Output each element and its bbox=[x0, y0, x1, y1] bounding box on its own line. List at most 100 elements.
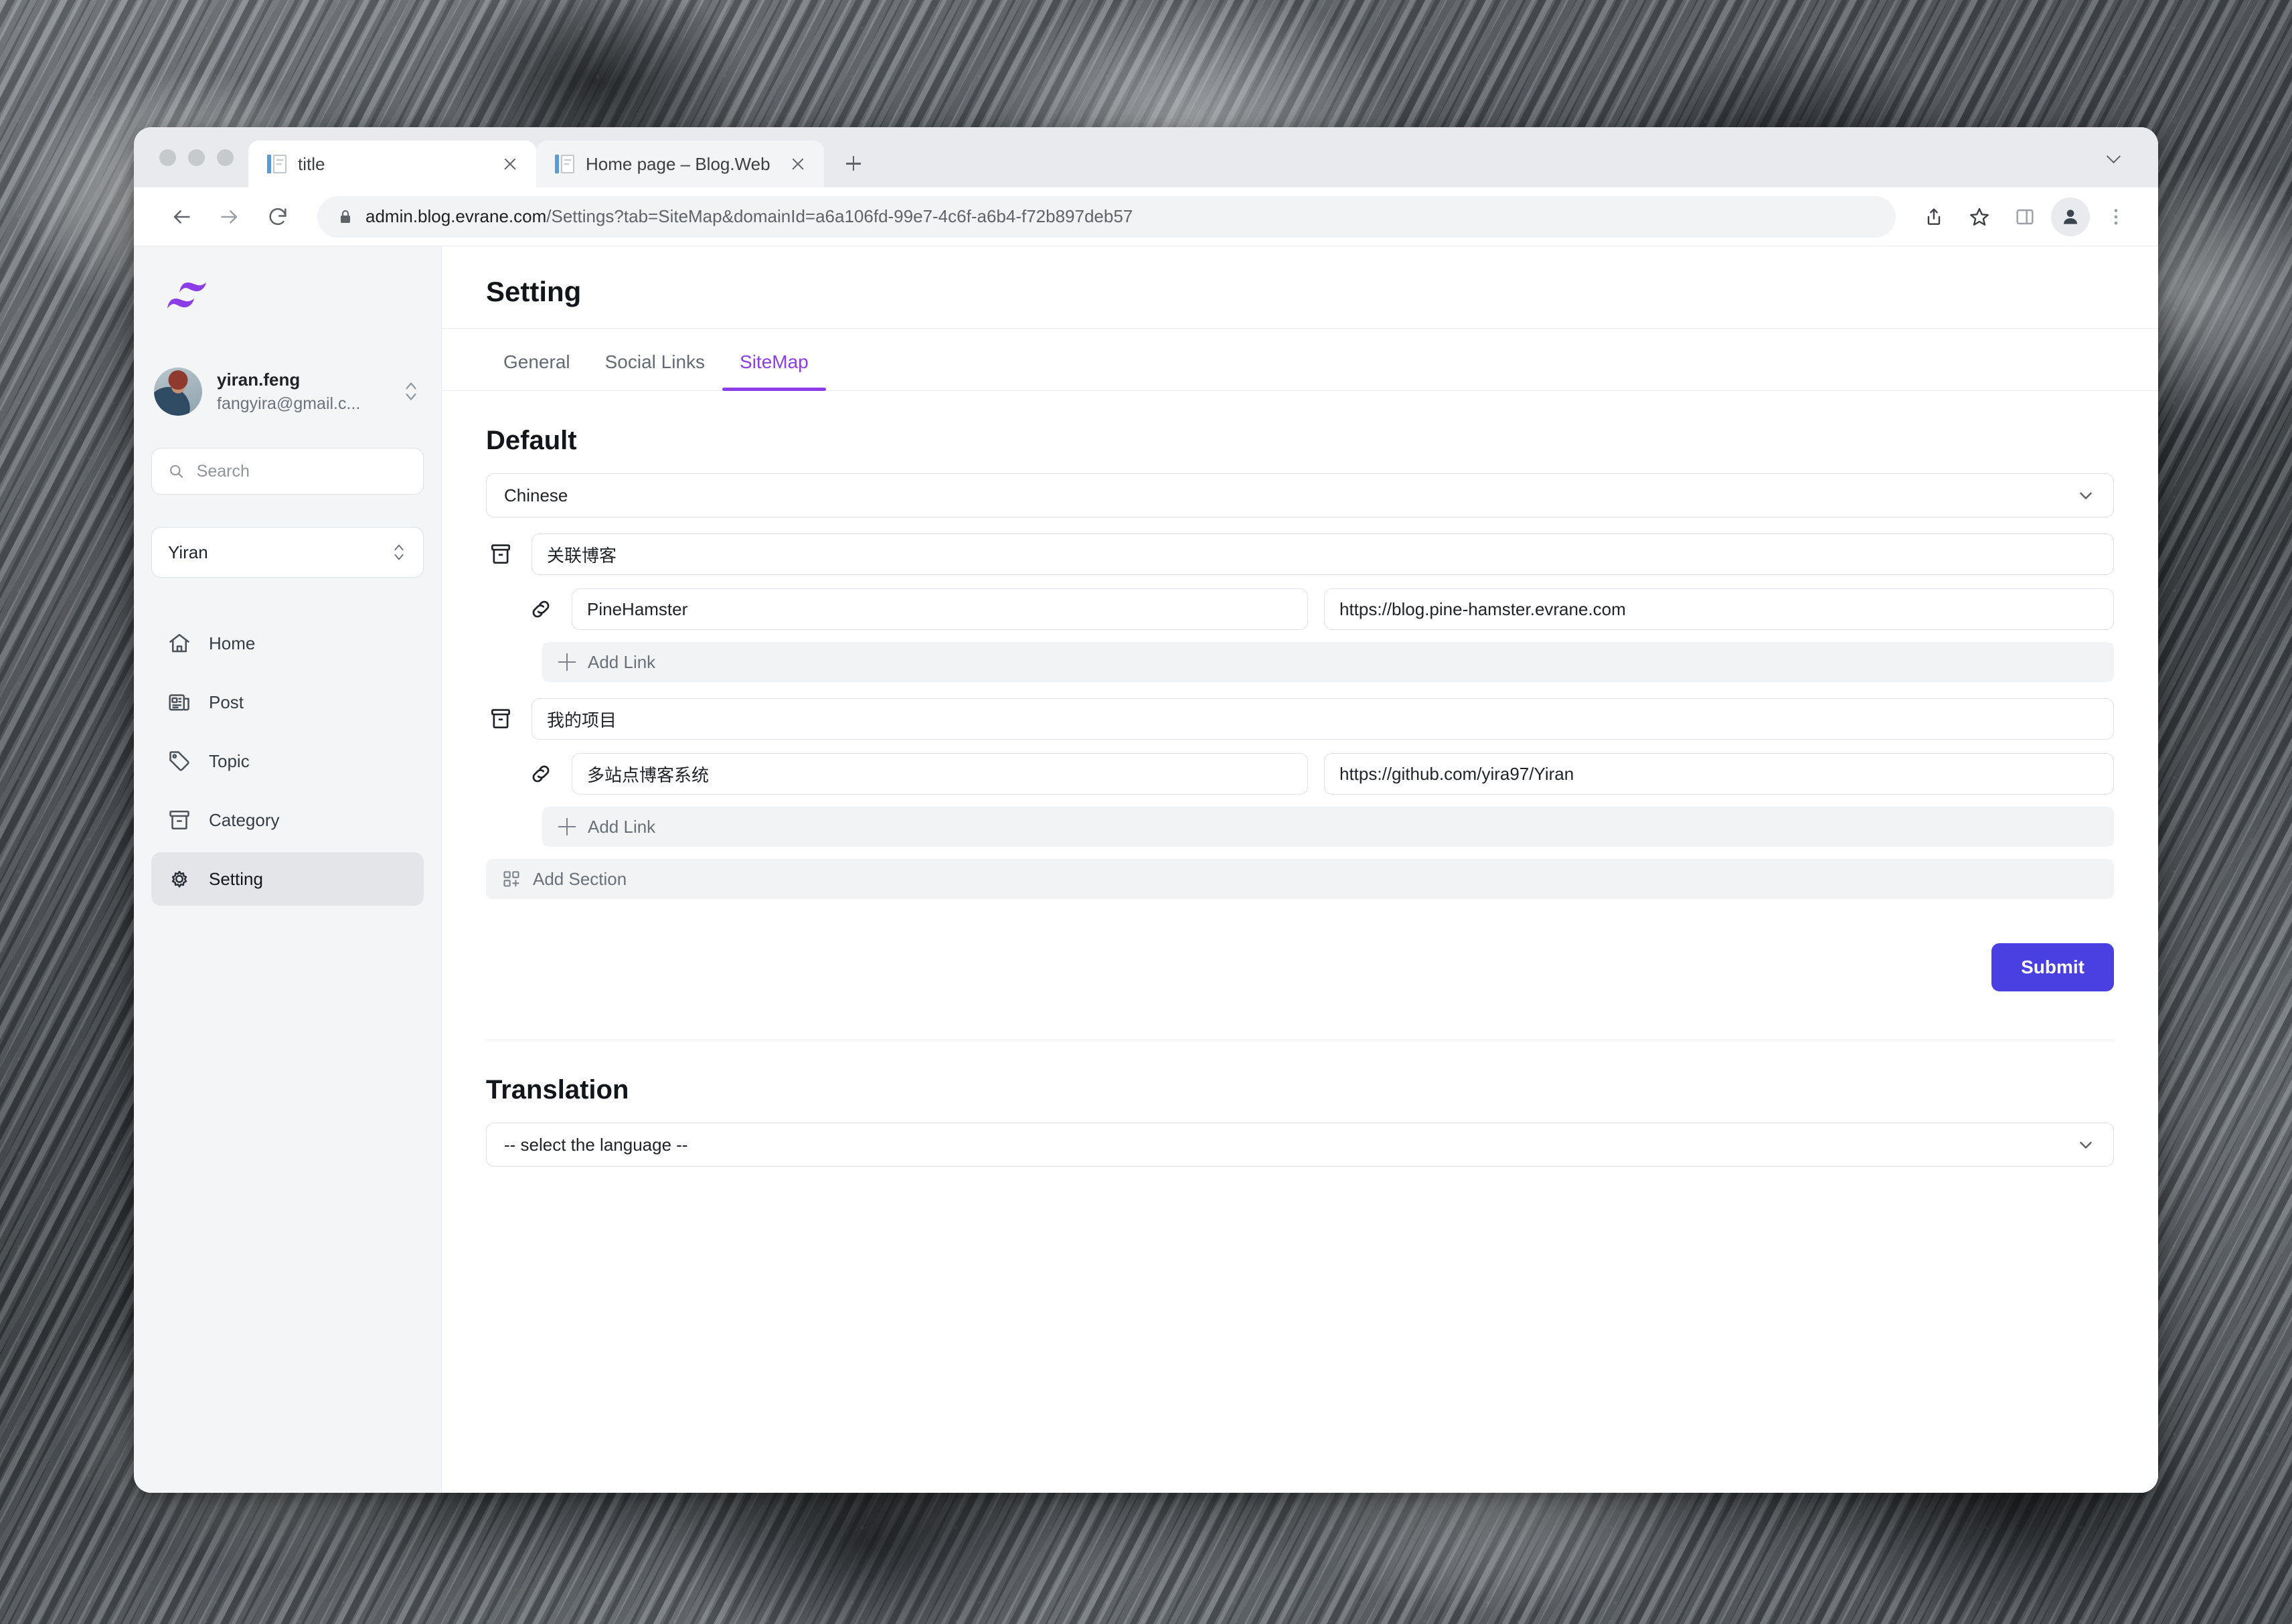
user-profile-text: yiran.feng fangyira@gmail.c... bbox=[217, 370, 388, 414]
address-bar-url: admin.blog.evrane.com/Settings?tab=SiteM… bbox=[365, 206, 1133, 227]
archive-icon bbox=[486, 542, 515, 567]
browser-tab-1[interactable]: title bbox=[248, 141, 536, 187]
maximize-window-button[interactable] bbox=[217, 149, 234, 166]
search-input[interactable] bbox=[197, 462, 407, 481]
settings-content: Default Chinese bbox=[442, 391, 2158, 1167]
share-icon[interactable] bbox=[1914, 197, 1953, 236]
add-link-button[interactable]: Add Link bbox=[542, 807, 2114, 847]
sidebar: yiran.feng fangyira@gmail.c... Yiran bbox=[134, 246, 442, 1493]
default-section-heading: Default bbox=[486, 426, 2114, 456]
sidebar-item-label: Setting bbox=[209, 869, 263, 890]
reload-icon[interactable] bbox=[257, 196, 299, 238]
translation-section-heading: Translation bbox=[486, 1075, 2114, 1105]
organization-value: Yiran bbox=[168, 542, 208, 563]
sidebar-panel-icon[interactable] bbox=[2006, 197, 2044, 236]
tag-icon bbox=[167, 749, 191, 773]
sidebar-item-topic[interactable]: Topic bbox=[151, 734, 424, 788]
app-body: yiran.feng fangyira@gmail.c... Yiran bbox=[134, 246, 2158, 1493]
page-title: Setting bbox=[486, 276, 2158, 308]
new-tab-button[interactable] bbox=[833, 143, 874, 183]
plus-icon bbox=[558, 818, 576, 835]
add-link-button[interactable]: Add Link bbox=[542, 642, 2114, 682]
user-email: fangyira@gmail.c... bbox=[217, 394, 388, 414]
settings-tab-bar: General Social Links SiteMap bbox=[442, 329, 2158, 391]
tab-general[interactable]: General bbox=[486, 329, 588, 390]
forward-arrow-icon[interactable] bbox=[209, 196, 250, 238]
organization-select[interactable]: Yiran bbox=[151, 527, 424, 578]
sitemap-section-2 bbox=[486, 698, 2114, 740]
chevron-up-down-icon bbox=[402, 377, 420, 406]
grid-plus-icon bbox=[502, 870, 521, 888]
translation-language-select[interactable]: -- select the language -- bbox=[486, 1123, 2114, 1167]
link-icon bbox=[526, 597, 556, 621]
document-icon bbox=[555, 153, 575, 175]
profile-avatar-icon[interactable] bbox=[2051, 197, 2090, 236]
avatar bbox=[154, 368, 202, 416]
three-dot-menu-icon[interactable] bbox=[2097, 197, 2135, 236]
browser-window: title Home page – Blog.Web bbox=[134, 127, 2158, 1493]
link-icon bbox=[526, 762, 556, 786]
chevron-down-icon bbox=[2076, 485, 2096, 505]
browser-tab-2-title: Home page – Blog.Web bbox=[586, 154, 776, 175]
minimize-window-button[interactable] bbox=[188, 149, 205, 166]
sidebar-item-label: Category bbox=[209, 810, 280, 831]
add-section-button[interactable]: Add Section bbox=[486, 859, 2114, 899]
sidebar-item-post[interactable]: Post bbox=[151, 675, 424, 729]
sidebar-item-setting[interactable]: Setting bbox=[151, 852, 424, 906]
main-panel: Setting General Social Links SiteMap Def… bbox=[442, 246, 2158, 1493]
chevron-up-down-icon bbox=[391, 540, 407, 565]
link-name-input[interactable] bbox=[572, 588, 1308, 630]
search-icon bbox=[168, 462, 185, 481]
archive-icon bbox=[486, 706, 515, 732]
close-tab-2-icon[interactable] bbox=[787, 153, 809, 175]
chevron-down-icon[interactable] bbox=[2109, 151, 2127, 170]
star-icon[interactable] bbox=[1960, 197, 1999, 236]
section-title-input[interactable] bbox=[531, 534, 2114, 575]
submit-button[interactable]: Submit bbox=[1991, 943, 2114, 991]
wave-logo bbox=[163, 280, 221, 323]
default-language-select[interactable]: Chinese bbox=[486, 473, 2114, 517]
browser-tab-1-title: title bbox=[298, 154, 488, 175]
default-language-value: Chinese bbox=[504, 485, 568, 506]
chevron-down-icon bbox=[2076, 1135, 2096, 1155]
sidebar-item-label: Post bbox=[209, 692, 244, 713]
sitemap-link-row bbox=[486, 753, 2114, 795]
browser-tab-2[interactable]: Home page – Blog.Web bbox=[536, 141, 824, 187]
url-path: /Settings?tab=SiteMap&domainId=a6a106fd-… bbox=[546, 206, 1133, 226]
browser-toolbar: admin.blog.evrane.com/Settings?tab=SiteM… bbox=[134, 187, 2158, 246]
url-domain: admin.blog.evrane.com bbox=[365, 206, 546, 226]
window-traffic-lights bbox=[153, 127, 248, 187]
document-icon bbox=[267, 153, 287, 175]
sidebar-item-label: Home bbox=[209, 633, 255, 654]
close-tab-1-icon[interactable] bbox=[499, 153, 521, 175]
news-icon bbox=[167, 690, 191, 714]
browser-tab-strip: title Home page – Blog.Web bbox=[134, 127, 2158, 187]
user-profile-switcher[interactable]: yiran.feng fangyira@gmail.c... bbox=[154, 368, 424, 416]
plus-icon bbox=[558, 653, 576, 671]
tab-sitemap[interactable]: SiteMap bbox=[722, 329, 826, 390]
tab-social-links[interactable]: Social Links bbox=[588, 329, 722, 390]
home-icon bbox=[167, 631, 191, 655]
gear-icon bbox=[167, 867, 191, 891]
section-title-input[interactable] bbox=[531, 698, 2114, 740]
add-link-label: Add Link bbox=[588, 817, 655, 837]
sidebar-item-category[interactable]: Category bbox=[151, 793, 424, 847]
translation-language-value: -- select the language -- bbox=[504, 1135, 688, 1155]
link-url-input[interactable] bbox=[1324, 753, 2114, 795]
lock-icon bbox=[337, 208, 353, 226]
link-name-input[interactable] bbox=[572, 753, 1308, 795]
close-window-button[interactable] bbox=[159, 149, 176, 166]
sitemap-link-row bbox=[486, 588, 2114, 630]
archive-icon bbox=[167, 808, 191, 832]
add-link-label: Add Link bbox=[588, 652, 655, 673]
sidebar-item-label: Topic bbox=[209, 751, 250, 772]
link-url-input[interactable] bbox=[1324, 588, 2114, 630]
sidebar-item-home[interactable]: Home bbox=[151, 617, 424, 670]
search-box[interactable] bbox=[151, 448, 424, 495]
main-header: Setting bbox=[442, 246, 2158, 329]
back-arrow-icon[interactable] bbox=[161, 196, 202, 238]
address-bar[interactable]: admin.blog.evrane.com/Settings?tab=SiteM… bbox=[317, 196, 1896, 238]
user-name: yiran.feng bbox=[217, 370, 388, 390]
sidebar-nav: Home Post bbox=[151, 617, 424, 906]
add-section-label: Add Section bbox=[533, 869, 627, 890]
